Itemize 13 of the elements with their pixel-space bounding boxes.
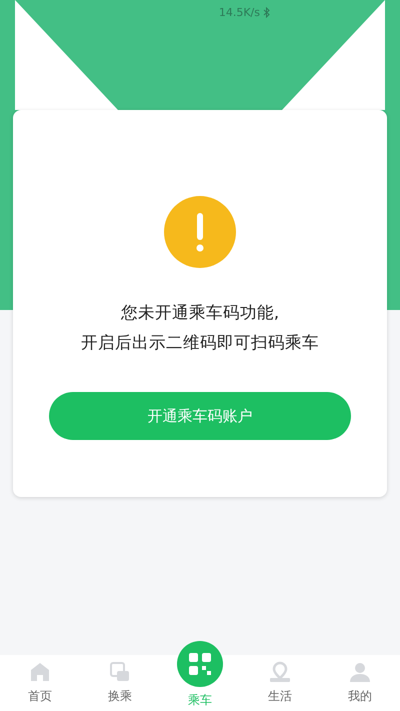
- network-speed: 14.5K/s: [218, 6, 260, 18]
- qr-code-icon: [188, 652, 212, 676]
- notice-message: 开启后出示二维码即可扫码乘车: [81, 332, 319, 354]
- exclamation-icon: [164, 196, 236, 268]
- person-icon: [349, 661, 371, 683]
- tab[interactable]: 我的: [320, 631, 400, 711]
- notice-message: 您未开通乘车码功能,: [120, 302, 280, 324]
- tab[interactable]: 换乘: [80, 631, 160, 711]
- tab[interactable]: 生活: [240, 631, 320, 711]
- bluetooth-icon: [263, 6, 270, 18]
- tab[interactable]: 首页: [0, 631, 80, 711]
- location-pin-icon: [269, 661, 291, 683]
- home-icon: [29, 661, 51, 683]
